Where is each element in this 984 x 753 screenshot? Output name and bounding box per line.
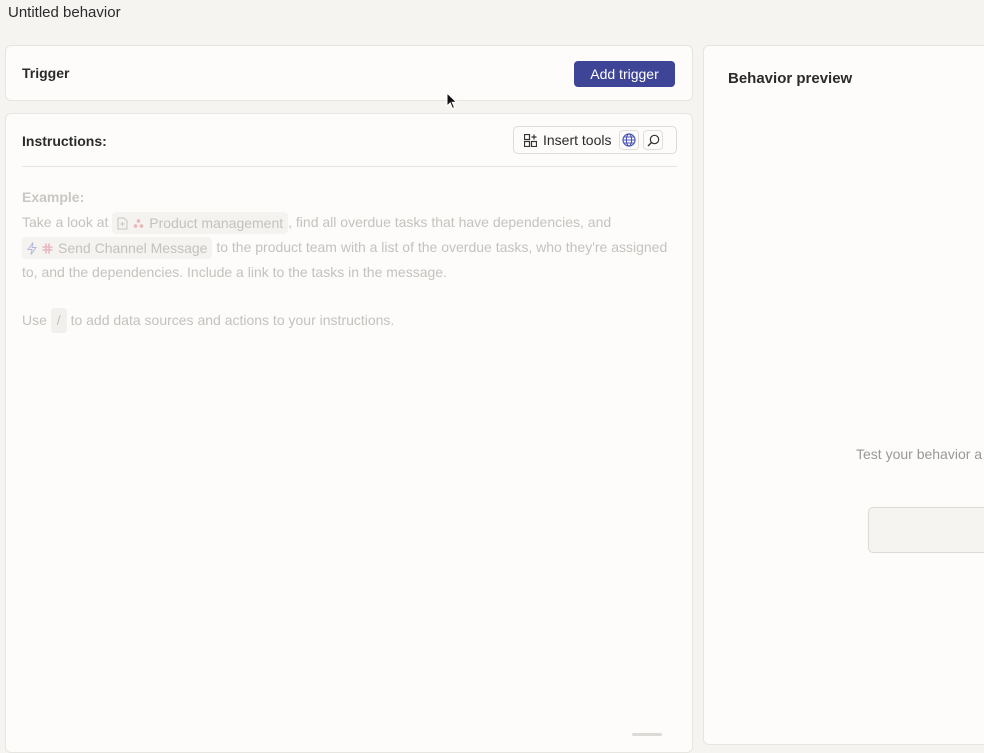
- slash-command-chip: /: [50, 308, 67, 333]
- page-title[interactable]: Untitled behavior: [8, 4, 121, 21]
- chip-label: Send Channel Message: [58, 239, 208, 256]
- send-channel-message-chip: Send Channel Message: [22, 237, 213, 260]
- usage-text: Use: [22, 312, 47, 328]
- slack-icon: [42, 242, 53, 254]
- preview-input[interactable]: [868, 507, 984, 553]
- preview-placeholder-text: Test your behavior a: [856, 446, 983, 462]
- asana-icon: [133, 218, 144, 228]
- preview-title: Behavior preview: [728, 70, 853, 87]
- globe-icon: [622, 133, 637, 147]
- instructions-panel: Instructions: Insert tools Example: Take…: [5, 113, 693, 753]
- search-button[interactable]: [643, 130, 664, 150]
- instructions-label: Instructions:: [22, 133, 107, 149]
- usage-text: to add data sources and actions to your …: [70, 312, 395, 328]
- behavior-preview-panel: Behavior preview Test your behavior a: [703, 45, 984, 745]
- divider: [22, 166, 677, 167]
- example-text: , find all overdue tasks that have depen…: [288, 214, 612, 230]
- chip-label: Product management: [149, 214, 284, 231]
- product-management-chip: Product management: [112, 212, 289, 235]
- instructions-editor[interactable]: Example: Take a look at Product manageme…: [22, 185, 672, 333]
- usage-hint: Use / to add data sources and actions to…: [22, 308, 672, 333]
- trigger-label: Trigger: [22, 65, 70, 81]
- document-icon: [117, 217, 128, 230]
- instructions-toolbar: Insert tools: [513, 126, 677, 154]
- example-text: Take a look at: [22, 214, 109, 230]
- cursor-icon: [446, 92, 458, 110]
- web-search-button[interactable]: [619, 130, 640, 150]
- add-trigger-button[interactable]: Add trigger: [574, 61, 675, 87]
- search-icon: [647, 134, 660, 146]
- insert-tools-label: Insert tools: [543, 132, 612, 148]
- example-paragraph: Take a look at Product management , find…: [22, 210, 672, 285]
- example-heading: Example:: [22, 189, 85, 205]
- lightning-icon: [27, 242, 37, 255]
- insert-tools-button[interactable]: Insert tools: [514, 127, 611, 153]
- trigger-panel: Trigger Add trigger: [5, 45, 693, 101]
- grid-icon: [524, 133, 537, 147]
